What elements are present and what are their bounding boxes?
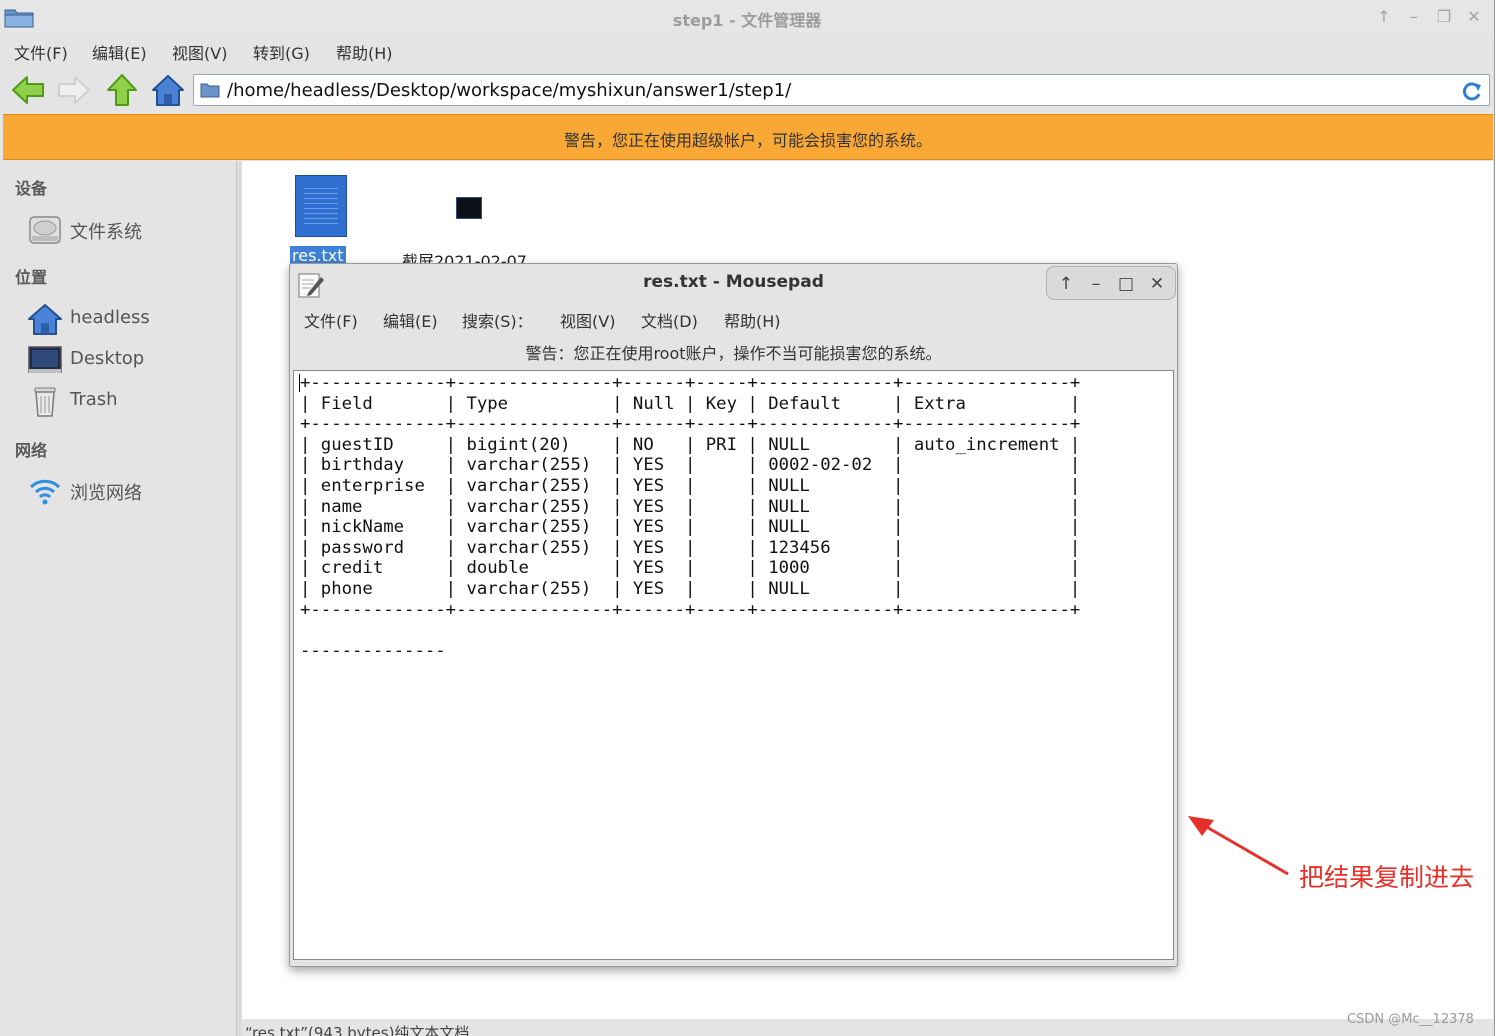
root-warning-bar: 警告，您正在使用超级帐户，可能会损害您的系统。 <box>3 114 1493 160</box>
restore-icon: ❐ <box>1436 7 1452 26</box>
menu-view[interactable]: 视图(V) <box>560 308 615 332</box>
minimize-button[interactable]: – <box>1403 6 1425 28</box>
file-manager-titlebar[interactable]: step1 - 文件管理器 ↑ – ❐ ✕ <box>0 0 1494 34</box>
sidebar-heading-devices: 设备 <box>15 179 48 198</box>
sidebar-item-label: Trash <box>70 389 118 410</box>
annotation-arrow-icon <box>1188 816 1289 876</box>
text-file-icon[interactable] <box>295 175 347 237</box>
sidebar-item-filesystem[interactable]: 文件系统 <box>27 211 232 249</box>
close-icon: ✕ <box>1467 7 1481 26</box>
annotation-text: 把结果复制进去 <box>1299 863 1475 892</box>
arrow-up-icon <box>107 74 137 106</box>
desktop-icon <box>28 346 62 373</box>
forward-button[interactable] <box>56 72 92 108</box>
sidebar-heading-places: 位置 <box>15 268 48 287</box>
sidebar-item-desktop[interactable]: Desktop <box>27 341 232 379</box>
raise-button[interactable]: ↑ <box>1054 272 1078 296</box>
menu-file[interactable]: 文件(F) <box>14 40 68 64</box>
sidebar-item-browse-network[interactable]: 浏览网络 <box>27 472 232 510</box>
text-editor-area[interactable]: +-------------+---------------+------+--… <box>293 370 1174 960</box>
maximize-button[interactable]: ❐ <box>1433 6 1455 28</box>
status-bar: “res.txt”(943 bytes)纯文本文档 <box>242 1019 1493 1036</box>
root-warning-text: 警告：您正在使用root账户，操作不当可能损害您的系统。 <box>525 344 942 363</box>
mousepad-menubar: 文件(F) 编辑(E) 搜索(S)： 视图(V) 文档(D) 帮助(H) <box>290 304 1177 332</box>
window-title: res.txt - Mousepad <box>643 272 824 292</box>
menu-help[interactable]: 帮助(H) <box>724 308 781 332</box>
wifi-icon <box>29 479 61 505</box>
root-warning-text: 警告，您正在使用超级帐户，可能会损害您的系统。 <box>563 131 932 150</box>
sidebar-item-label: Desktop <box>70 348 145 369</box>
trash-icon <box>34 387 56 417</box>
arrow-up-icon: ↑ <box>1058 274 1074 294</box>
window-title: step1 - 文件管理器 <box>672 11 822 30</box>
sidebar-item-label: 浏览网络 <box>70 483 142 504</box>
minimize-icon: – <box>1410 7 1418 26</box>
status-text: “res.txt”(943 bytes)纯文本文档 <box>245 1024 470 1036</box>
window-controls: ↑ – □ ✕ <box>1046 266 1176 300</box>
parent-folder-button[interactable] <box>104 72 140 108</box>
sidebar-item-label: 文件系统 <box>70 222 142 243</box>
maximize-button[interactable]: □ <box>1114 272 1138 296</box>
screen: step1 - 文件管理器 ↑ – ❐ ✕ 文件(F) 编辑(E) 视图(V) … <box>0 0 1497 1036</box>
mousepad-window: res.txt - Mousepad ↑ – □ ✕ 文件(F) 编辑(E) 搜… <box>289 263 1178 967</box>
sidebar-item-trash[interactable]: Trash <box>27 382 232 420</box>
minimize-icon: – <box>1091 274 1101 294</box>
address-bar[interactable]: /home/headless/Desktop/workspace/myshixu… <box>193 74 1490 106</box>
menu-edit[interactable]: 编辑(E) <box>92 40 147 64</box>
menu-help[interactable]: 帮助(H) <box>336 40 393 64</box>
menu-search[interactable]: 搜索(S)： <box>462 308 533 332</box>
file-manager-menubar: 文件(F) 编辑(E) 视图(V) 转到(G) 帮助(H) <box>0 36 1494 66</box>
home-icon <box>152 75 184 106</box>
watermark: CSDN @Mc__12378 <box>1347 1012 1474 1027</box>
image-file-icon[interactable] <box>456 197 482 219</box>
maximize-icon: □ <box>1117 274 1135 294</box>
arrow-right-icon <box>58 76 90 104</box>
home-button[interactable] <box>150 72 186 108</box>
menu-edit[interactable]: 编辑(E) <box>383 308 438 332</box>
sidebar-item-headless[interactable]: headless <box>27 300 232 338</box>
reload-icon[interactable] <box>1461 80 1483 102</box>
close-icon: ✕ <box>1149 274 1165 294</box>
folder-icon <box>200 83 220 98</box>
address-path[interactable]: /home/headless/Desktop/workspace/myshixu… <box>227 80 791 101</box>
home-icon <box>28 304 62 335</box>
harddisk-icon <box>29 216 61 244</box>
menu-document[interactable]: 文档(D) <box>641 308 698 332</box>
arrow-left-icon <box>12 76 44 104</box>
menu-go[interactable]: 转到(G) <box>253 40 310 64</box>
minimize-button[interactable]: – <box>1084 272 1108 296</box>
mousepad-titlebar[interactable]: res.txt - Mousepad ↑ – □ ✕ <box>290 264 1177 300</box>
menu-file[interactable]: 文件(F) <box>304 308 358 332</box>
close-button[interactable]: ✕ <box>1463 6 1485 28</box>
sidebar-heading-network: 网络 <box>15 441 48 460</box>
back-button[interactable] <box>10 72 46 108</box>
arrow-up-icon: ↑ <box>1377 7 1391 26</box>
editor-content: +-------------+---------------+------+--… <box>300 373 1081 661</box>
raise-button[interactable]: ↑ <box>1373 6 1395 28</box>
close-button[interactable]: ✕ <box>1145 272 1169 296</box>
sidebar-item-label: headless <box>70 307 150 328</box>
menu-view[interactable]: 视图(V) <box>172 40 227 64</box>
sidebar: 设备 文件系统 位置 headless Desktop Trash 网络 浏览网… <box>3 161 236 1036</box>
